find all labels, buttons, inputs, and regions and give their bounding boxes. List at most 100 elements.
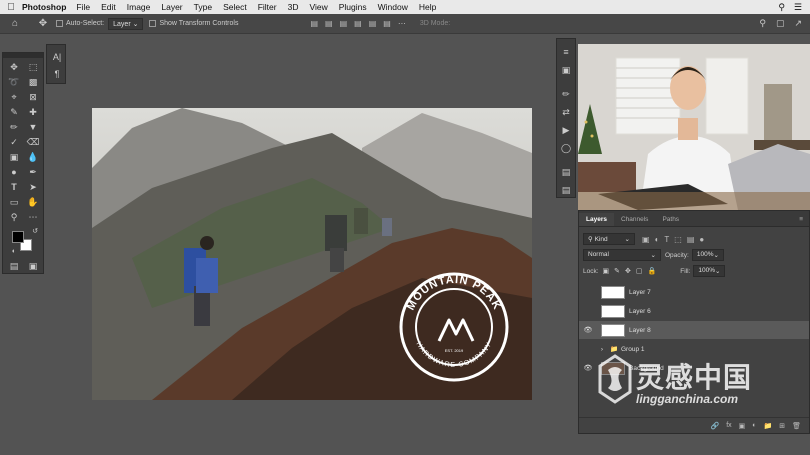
menu-window[interactable]: Window [378, 2, 408, 12]
workspace-icon[interactable]: ▢ [776, 18, 785, 29]
align-bottom-icon[interactable]: ▤ [340, 19, 348, 28]
libraries-icon[interactable]: ▣ [558, 63, 574, 77]
foreground-color-swatch[interactable] [12, 231, 24, 243]
quick-mask-icon[interactable]: ▤ [6, 259, 22, 273]
paragraph-icon[interactable]: ¶ [49, 67, 65, 81]
apple-icon[interactable]:  [0, 2, 22, 13]
home-icon[interactable]: ⌂ [0, 18, 30, 29]
info-icon[interactable]: ▤ [558, 183, 574, 197]
lock-position-icon[interactable]: ✥ [625, 267, 631, 275]
layer-row-layer-7[interactable]: Layer 7 [579, 283, 809, 301]
clone-stamp-icon[interactable]: ▼ [25, 120, 41, 134]
tab-paths[interactable]: Paths [655, 213, 686, 226]
actions-icon[interactable]: ▶ [558, 123, 574, 137]
path-select-tool-icon[interactable]: ➤ [25, 180, 41, 194]
hand-tool-icon[interactable]: ✋ [25, 195, 41, 209]
screen-mode-icon[interactable]: ▣ [25, 259, 41, 273]
eyedropper-tool-icon[interactable]: ✎ [6, 105, 22, 119]
lock-artboard-icon[interactable]: ▢ [636, 267, 643, 275]
layer-row-layer-6[interactable]: Layer 6 [579, 302, 809, 320]
align-right-icon[interactable]: ▤ [383, 19, 391, 28]
crop-tool-icon[interactable]: ⌖ [6, 90, 22, 104]
brushes-icon[interactable]: ✏ [558, 87, 574, 101]
layer-style-icon[interactable]: fx [726, 422, 731, 429]
new-group-icon[interactable]: 📁 [764, 422, 773, 430]
lock-paint-icon[interactable]: ✎ [614, 267, 620, 275]
dodge-tool-icon[interactable]: ● [6, 165, 22, 179]
blend-mode-dropdown[interactable]: Normal ⌄ [583, 249, 661, 261]
new-layer-icon[interactable]: ⊞ [779, 422, 785, 430]
distribute-icon[interactable]: ⋯ [398, 19, 406, 28]
eye-icon[interactable]: 👁 [579, 364, 597, 372]
adjustment-layer-icon[interactable]: ◐ [752, 422, 756, 429]
auto-select-checkbox[interactable] [56, 20, 63, 27]
blur-tool-icon[interactable]: 💧 [25, 150, 41, 164]
menu-view[interactable]: View [309, 2, 327, 12]
document-canvas[interactable]: MOUNTAIN PEAK HARDWARE COMPANY EST. 2019 [92, 108, 532, 400]
brush-tool-icon[interactable]: ✏ [6, 120, 22, 134]
align-top-icon[interactable]: ▤ [310, 19, 318, 28]
properties-icon[interactable]: ≡ [558, 45, 574, 59]
gradient-tool-icon[interactable]: ▣ [6, 150, 22, 164]
delete-layer-icon[interactable]: 🗑 [792, 422, 801, 430]
swap-colors-icon[interactable]: ↺ [27, 225, 43, 239]
lock-pixels-icon[interactable]: ▣ [603, 267, 610, 275]
history-icon[interactable]: ▤ [558, 165, 574, 179]
zoom-tool-icon[interactable]: ⚲ [6, 210, 22, 224]
eye-icon[interactable]: 👁 [579, 326, 597, 334]
type-tool-icon[interactable]: T [6, 180, 22, 194]
menu-help[interactable]: Help [419, 2, 436, 12]
filter-smart-icon[interactable]: ▤ [687, 235, 695, 244]
chevron-right-icon[interactable]: › [597, 346, 607, 353]
filter-type-icon[interactable]: T [664, 235, 669, 244]
healing-brush-icon[interactable]: ✚ [25, 105, 41, 119]
menu-plugins[interactable]: Plugins [339, 2, 367, 12]
align-middle-icon[interactable]: ▤ [325, 19, 333, 28]
pen-tool-icon[interactable]: ✒ [25, 165, 41, 179]
tab-layers[interactable]: Layers [579, 213, 614, 226]
layer-row-group-1[interactable]: › 📁 Group 1 [579, 340, 809, 358]
menu-filter[interactable]: Filter [258, 2, 277, 12]
marquee-tool-icon[interactable]: ⬚ [25, 60, 41, 74]
adjustments-icon[interactable]: ⇄ [558, 105, 574, 119]
more-tools-icon[interactable]: ⋯ [25, 210, 41, 224]
share-icon[interactable]: ↗ [794, 18, 802, 29]
filter-shape-icon[interactable]: ⬚ [674, 235, 682, 244]
add-mask-icon[interactable]: ▣ [739, 422, 746, 430]
fill-field[interactable]: 100% ⌄ [693, 265, 726, 277]
menu-layer[interactable]: Layer [161, 2, 182, 12]
link-layers-icon[interactable]: 🔗 [710, 422, 719, 430]
move-tool-preset-icon[interactable]: ✥ [30, 18, 56, 29]
swatches-icon[interactable]: ◯ [558, 141, 574, 155]
shape-tool-icon[interactable]: ▭ [6, 195, 22, 209]
eraser-tool-icon[interactable]: ⌫ [25, 135, 41, 149]
search-icon[interactable]: ⚲ [778, 2, 785, 13]
opacity-field[interactable]: 100% ⌄ [691, 249, 724, 261]
menu-select[interactable]: Select [223, 2, 247, 12]
app-name-menu[interactable]: Photoshop [22, 2, 66, 12]
move-tool-icon[interactable]: ✥ [6, 60, 22, 74]
lock-all-icon[interactable]: 🔒 [648, 267, 657, 275]
menu-image[interactable]: Image [127, 2, 151, 12]
history-brush-icon[interactable]: ✓ [6, 135, 22, 149]
filter-kind-dropdown[interactable]: ⚲ Kind ⌄ [583, 233, 635, 245]
menu-edit[interactable]: Edit [101, 2, 116, 12]
menu-file[interactable]: File [76, 2, 90, 12]
align-center-icon[interactable]: ▤ [369, 19, 377, 28]
menu-3d[interactable]: 3D [288, 2, 299, 12]
layer-row-layer-8[interactable]: 👁 Layer 8 [579, 321, 809, 339]
align-left-icon[interactable]: ▤ [354, 19, 362, 28]
lasso-tool-icon[interactable]: ➰ [6, 75, 22, 89]
object-select-tool-icon[interactable]: ▩ [25, 75, 41, 89]
default-colors-icon[interactable]: ◐ [6, 245, 22, 259]
filter-pixel-icon[interactable]: ▣ [642, 235, 650, 244]
search-icon[interactable]: ⚲ [759, 18, 766, 29]
filter-toggle-icon[interactable]: ● [699, 235, 704, 244]
panel-grip[interactable] [3, 53, 43, 58]
menu-type[interactable]: Type [194, 2, 212, 12]
panel-menu-icon[interactable]: ≡ [793, 213, 809, 226]
layer-row-background[interactable]: 👁 Background [579, 359, 809, 377]
filter-adjustment-icon[interactable]: ◐ [655, 235, 660, 244]
control-center-icon[interactable]: ☰ [794, 2, 802, 13]
auto-select-dropdown[interactable]: Layer ⌄ [108, 17, 144, 30]
